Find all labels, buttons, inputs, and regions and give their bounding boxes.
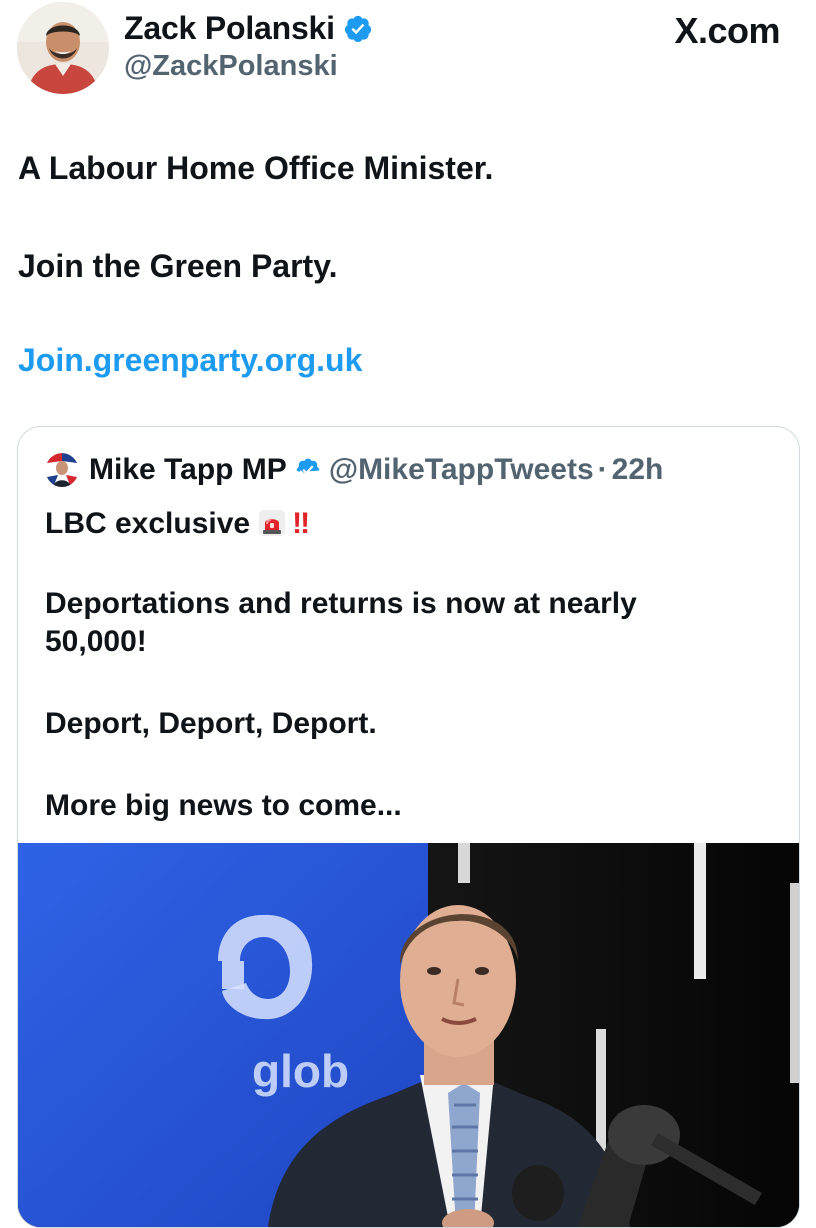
exclamation-marks: !! xyxy=(292,507,310,540)
quoted-line: Deport, Deport, Deport. xyxy=(45,707,377,740)
quoted-line: Deportations and returns is now at nearl… xyxy=(45,587,637,620)
verified-badge-icon xyxy=(344,15,371,42)
quoted-tweet-card[interactable]: Mike Tapp MP @MikeTappTweets · 22h LBC e… xyxy=(17,426,800,1228)
separator-dot: · xyxy=(597,453,608,486)
quoted-line: LBC exclusive !! xyxy=(45,505,310,543)
quoted-author-name[interactable]: Mike Tapp MP xyxy=(89,453,287,487)
tweet-link[interactable]: Join.greenparty.org.uk xyxy=(18,340,362,380)
site-label: X.com xyxy=(674,10,780,51)
tweet-line: Join the Green Party. xyxy=(18,248,338,284)
author-handle[interactable]: @ZackPolanski xyxy=(124,50,338,83)
media-watermark-text: glob xyxy=(252,1045,349,1097)
author-avatar[interactable] xyxy=(17,2,109,94)
tweet-line: A Labour Home Office Minister. xyxy=(18,150,494,186)
quoted-tweet-header: Mike Tapp MP @MikeTappTweets · 22h xyxy=(45,453,663,487)
tweet-header: Zack Polanski @ZackPolanski X.com xyxy=(0,0,816,110)
quoted-line-text: LBC exclusive xyxy=(45,507,251,540)
quoted-tweet-time[interactable]: 22h xyxy=(612,453,664,487)
quoted-author-handle[interactable]: @MikeTappTweets xyxy=(329,453,594,487)
siren-icon xyxy=(259,510,286,536)
verified-badge-icon xyxy=(296,458,320,475)
quoted-line: More big news to come... xyxy=(45,789,402,822)
quoted-line: 50,000! xyxy=(45,625,147,658)
quoted-author-avatar[interactable] xyxy=(45,453,79,487)
quoted-tweet-media[interactable]: glob xyxy=(18,843,799,1227)
media-image: glob xyxy=(18,843,799,1227)
author-name[interactable]: Zack Polanski xyxy=(124,10,335,47)
